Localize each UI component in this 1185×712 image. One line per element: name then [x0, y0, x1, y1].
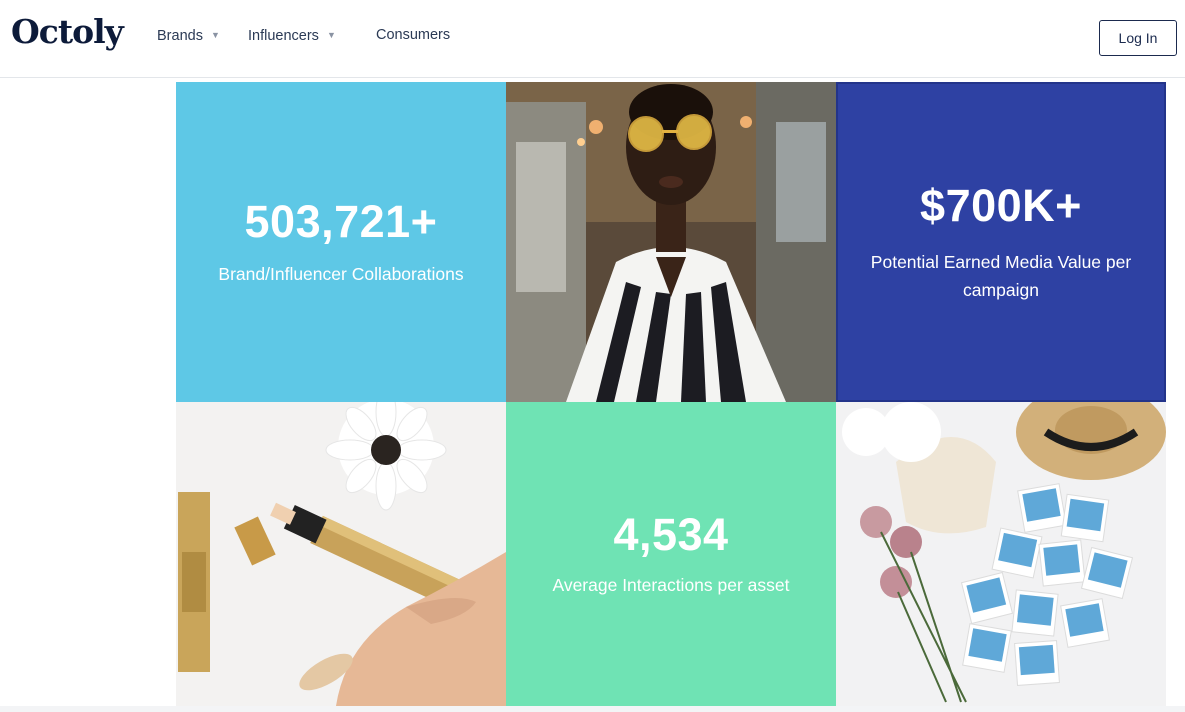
stat-value: $700K+ [920, 180, 1082, 231]
stat-label: Potential Earned Media Value per campaig… [870, 252, 1132, 300]
flatlay-photo [836, 402, 1166, 706]
stat-label: Average Interactions per asset [552, 575, 790, 595]
stats-grid: 503,721+ Brand/Influencer Collaborations [176, 82, 1166, 706]
top-navigation-bar: Octoly Brands ▼ Influencers ▼ Consumers Lo… [0, 0, 1185, 78]
chevron-down-icon: ▼ [210, 30, 220, 40]
nav-item-label: Brands [157, 28, 203, 44]
concealer-product-photo [176, 402, 506, 706]
nav-item-consumers[interactable]: Consumers [376, 24, 450, 46]
nav-item-brands[interactable]: Brands ▼ [157, 24, 220, 47]
login-button[interactable]: Log In [1099, 20, 1177, 56]
concealer-product-image [176, 402, 506, 706]
flatlay-image [836, 402, 1166, 706]
influencer-photo [506, 82, 836, 402]
nav-item-label: Influencers [248, 28, 319, 44]
footer-strip [0, 706, 1185, 712]
stat-tile-collaborations: 503,721+ Brand/Influencer Collaborations [176, 82, 506, 402]
octoly-logo[interactable]: Octoly [11, 12, 124, 52]
chevron-down-icon: ▼ [326, 30, 336, 40]
influencer-photo-image [506, 82, 836, 402]
stat-value: 503,721+ [244, 196, 438, 247]
stat-value: 4,534 [613, 509, 729, 560]
stat-tile-interactions: 4,534 Average Interactions per asset [506, 402, 836, 706]
nav-item-label: Consumers [376, 27, 451, 43]
stat-tile-media-value: $700K+ Potential Earned Media Value per … [836, 82, 1166, 402]
stat-label: Brand/Influencer Collaborations [218, 264, 464, 284]
nav-item-influencers[interactable]: Influencers ▼ [248, 24, 336, 47]
